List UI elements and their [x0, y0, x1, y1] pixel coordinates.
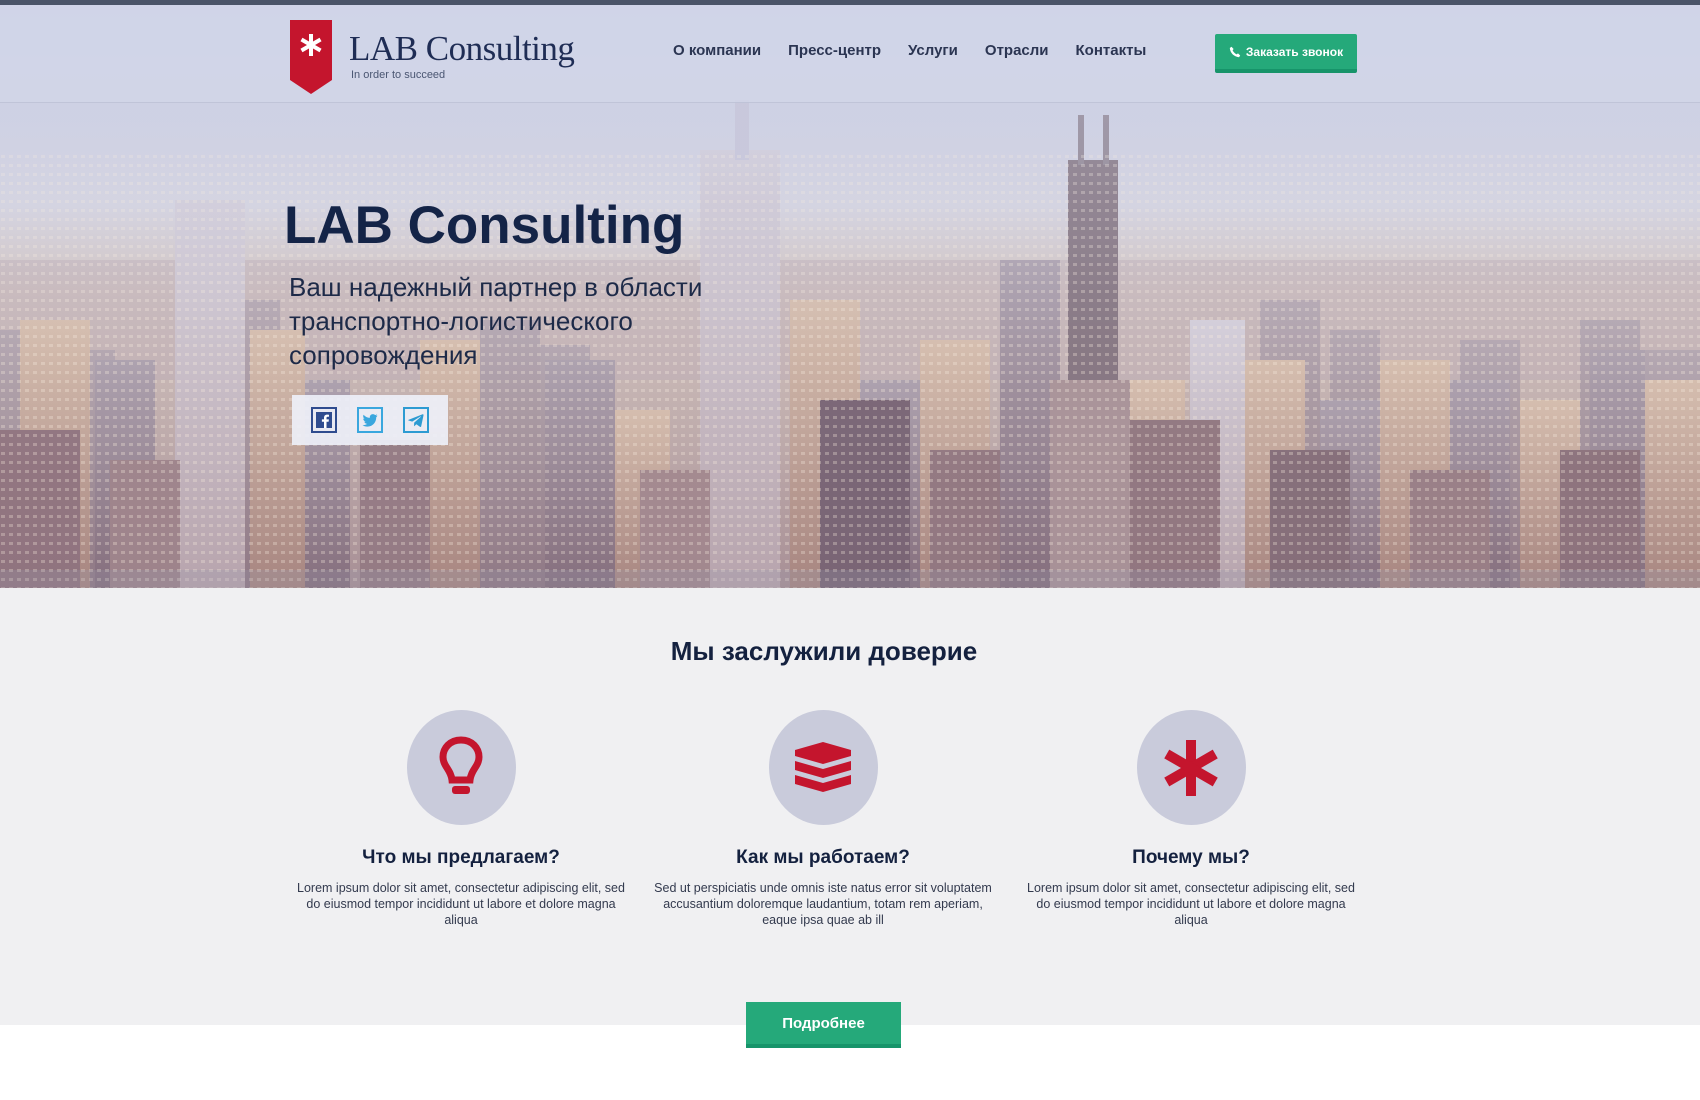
logo-badge-icon [290, 20, 332, 94]
feature-text: Sed ut perspiciatis unde omnis iste natu… [654, 881, 992, 927]
hero-title: LAB Consulting [284, 196, 685, 255]
logo-name: LAB Consulting [349, 29, 575, 68]
feature-text: Lorem ipsum dolor sit amet, consectetur … [297, 881, 625, 927]
lightbulb-icon [439, 735, 483, 794]
feature-heading: Что мы предлагаем? [362, 847, 560, 868]
section-title: Мы заслужили доверие [670, 636, 978, 666]
feature-heading: Почему мы? [1132, 847, 1250, 868]
feature-icon-circle [768, 710, 878, 825]
feature-icon-circle [1136, 710, 1246, 825]
nav-item-industries[interactable]: Отрасли [985, 42, 1049, 72]
logo-tagline: In order to succeed [351, 69, 446, 81]
hero-subtitle: Ваш надежный партнер в области транспорт… [289, 272, 703, 370]
feature-icon-circle [406, 710, 516, 825]
layers-icon [795, 741, 851, 792]
nav-item-about[interactable]: О компании [673, 42, 761, 72]
nav-item-contacts[interactable]: Контакты [1076, 42, 1147, 72]
feature-text: Lorem ipsum dolor sit amet, consectetur … [1027, 881, 1355, 927]
more-button[interactable]: Подробнее [746, 1002, 901, 1048]
social-links [292, 395, 448, 445]
feature-heading: Как мы работаем? [736, 847, 910, 868]
nav-item-press[interactable]: Пресс-центр [788, 42, 881, 72]
phone-icon [1229, 46, 1241, 57]
trust-section: Мы заслужили доверие Что мы предлагаем? … [0, 588, 1700, 1025]
feature-why-us: Почему мы? Lorem ipsum dolor sit amet, c… [1021, 710, 1361, 928]
nav-item-services[interactable]: Услуги [908, 42, 958, 72]
feature-process: Как мы работаем? Sed ut perspiciatis und… [653, 710, 993, 928]
asterisk-icon [1164, 739, 1218, 796]
main-nav: О компании Пресс-центр Услуги Отрасли Ко… [673, 42, 1146, 72]
telegram-icon[interactable] [402, 406, 430, 434]
feature-offer: Что мы предлагаем? Lorem ipsum dolor sit… [291, 710, 631, 928]
request-call-label: Заказать звонок [1245, 44, 1344, 59]
twitter-icon[interactable] [356, 406, 384, 434]
hero-bottom-band [0, 570, 1700, 588]
site-header: LAB Consulting In order to succeed О ком… [0, 5, 1700, 103]
logo[interactable]: LAB Consulting In order to succeed [290, 20, 575, 100]
request-call-button[interactable]: Заказать звонок [1215, 34, 1357, 73]
facebook-icon[interactable] [310, 406, 338, 434]
